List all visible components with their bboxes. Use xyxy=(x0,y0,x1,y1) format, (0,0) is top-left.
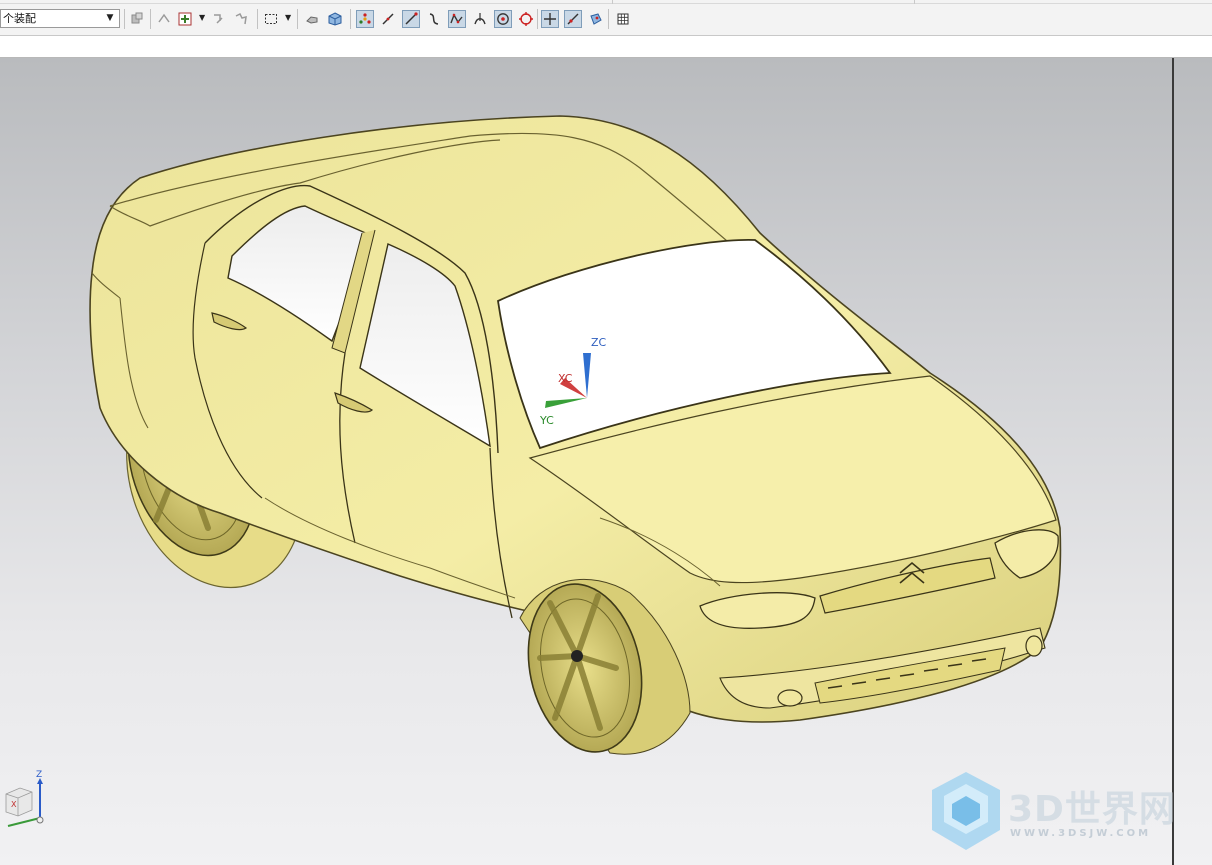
add-icon[interactable] xyxy=(176,10,194,28)
wcs-yc-label: YC xyxy=(539,414,554,427)
main-toolbar: 个装配 ▼ ▼ ▼ xyxy=(0,0,1212,36)
graphics-viewport[interactable]: ZC XC YC Z X 3D世界网 WWW.3DSJW.COM xyxy=(0,58,1212,865)
spline-icon[interactable] xyxy=(448,10,466,28)
car-model[interactable]: ZC XC YC xyxy=(0,58,1212,865)
snap-icon[interactable] xyxy=(232,10,250,28)
top-rule xyxy=(0,0,1212,4)
quadrant-icon[interactable] xyxy=(517,10,535,28)
solid-view-icon[interactable] xyxy=(326,10,344,28)
line-icon[interactable] xyxy=(379,10,397,28)
select-box-icon[interactable] xyxy=(262,10,280,28)
watermark-cube-icon xyxy=(932,772,1000,850)
view-triad-x-label: X xyxy=(11,800,17,809)
tangent-icon[interactable] xyxy=(471,10,489,28)
wcs-xc-label: XC xyxy=(558,372,573,385)
chevron-down-icon[interactable]: ▼ xyxy=(103,11,117,26)
assembly-select[interactable]: 个装配 ▼ xyxy=(0,9,120,28)
watermark-url: WWW.3DSJW.COM xyxy=(1010,828,1152,839)
line-endpoint-icon[interactable] xyxy=(402,10,420,28)
shaded-view-icon[interactable] xyxy=(303,10,321,28)
watermark: 3D世界网 WWW.3DSJW.COM xyxy=(928,770,1188,854)
view-triad[interactable]: Z X xyxy=(2,768,50,832)
crosshair-icon[interactable] xyxy=(541,10,559,28)
snap-point-icon[interactable] xyxy=(356,10,374,28)
face-icon[interactable] xyxy=(587,10,605,28)
component-icon[interactable] xyxy=(128,10,146,28)
move-icon[interactable] xyxy=(155,10,173,28)
wcs-zc-label: ZC xyxy=(591,336,607,349)
curve-icon[interactable] xyxy=(425,10,443,28)
grid-icon[interactable] xyxy=(614,10,632,28)
chevron-down-icon[interactable]: ▼ xyxy=(199,13,205,22)
chevron-down-icon[interactable]: ▼ xyxy=(285,13,291,22)
transform-icon[interactable] xyxy=(209,10,227,28)
assembly-select-value: 个装配 xyxy=(3,12,36,25)
center-point-icon[interactable] xyxy=(494,10,512,28)
secondary-toolbar xyxy=(0,36,1212,58)
view-triad-z-label: Z xyxy=(36,770,42,780)
point-on-curve-icon[interactable] xyxy=(564,10,582,28)
watermark-title: 3D世界网 xyxy=(1008,789,1176,830)
